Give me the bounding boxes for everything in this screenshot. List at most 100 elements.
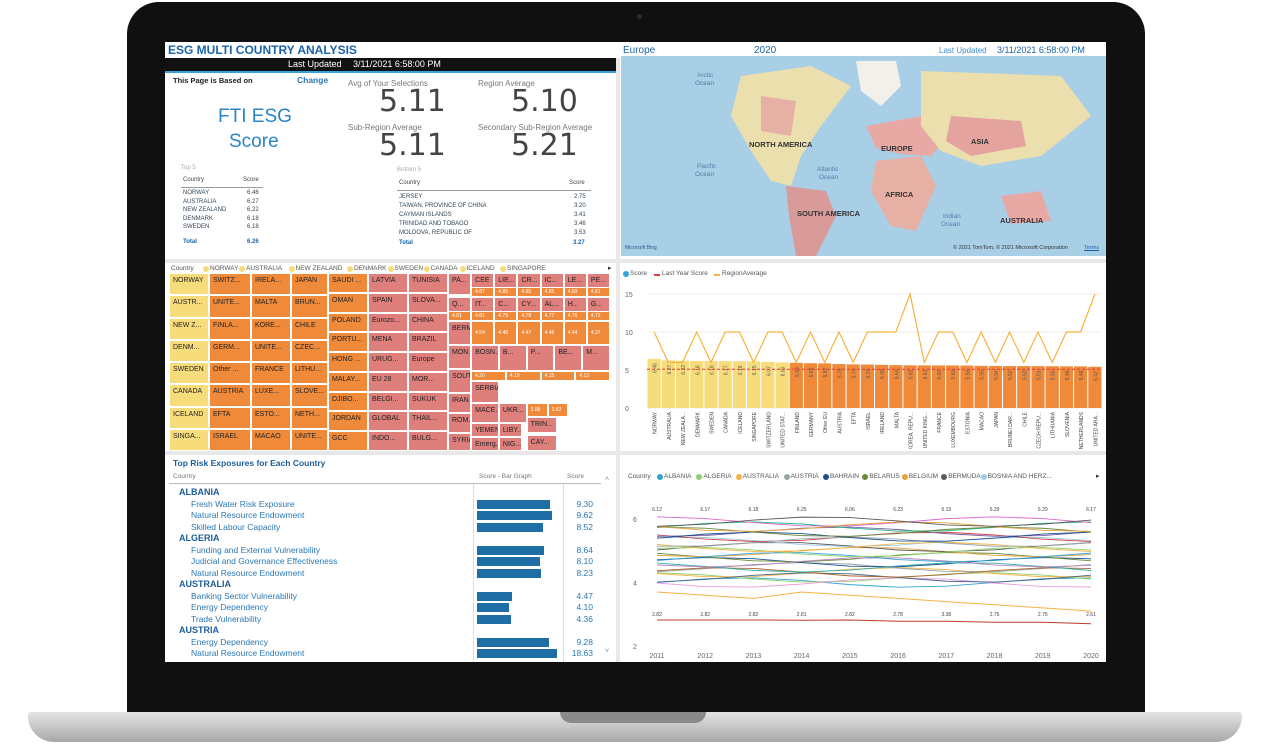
treemap-tile[interactable]: SAUDI ... — [328, 273, 368, 293]
treemap-tile[interactable]: THAIL... — [408, 411, 448, 432]
treemap-value[interactable]: 4.85 — [494, 287, 518, 297]
treemap-tile[interactable]: UKR... — [498, 403, 527, 423]
treemap-tile[interactable]: BRUN... — [291, 295, 328, 318]
treemap-tile[interactable]: CANADA — [169, 384, 209, 407]
treemap-tile[interactable]: CHINA — [408, 312, 448, 333]
treemap-value[interactable]: 4.15 — [540, 371, 576, 381]
treemap-tile[interactable]: SPAIN — [368, 292, 408, 313]
treemap-tile[interactable]: UNITE... — [209, 295, 251, 318]
treemap-tile[interactable]: JAPAN — [291, 273, 328, 296]
line-legend-item[interactable]: BAHRAIN — [830, 473, 859, 480]
treemap-tile[interactable]: NEW Z... — [169, 317, 209, 340]
treemap-tile[interactable]: SLOVA... — [408, 292, 448, 313]
treemap-tile[interactable]: ISRAEL — [209, 428, 251, 451]
treemap-tile[interactable]: TUNISIA — [408, 273, 448, 293]
treemap-tile[interactable]: CZEC... — [291, 339, 328, 362]
treemap-tile[interactable]: EFTA — [209, 406, 251, 429]
treemap-tile[interactable]: SUKUK — [408, 391, 448, 412]
treemap-legend-item[interactable]: AUSTRALIA — [246, 265, 282, 272]
line-legend-item[interactable]: BELARUS — [869, 473, 899, 480]
treemap-tile[interactable]: SLOVE... — [291, 384, 328, 407]
treemap-value[interactable]: 4.78 — [517, 311, 541, 321]
treemap-tile[interactable]: FRANCE — [251, 362, 291, 385]
treemap-value[interactable]: 3.82 — [547, 403, 569, 417]
treemap-tile[interactable]: BELGI... — [368, 391, 408, 412]
treemap-value[interactable]: 4.79 — [494, 311, 518, 321]
treemap-tile[interactable]: SERBIA — [471, 381, 499, 403]
scroll-up-icon[interactable]: ˄ — [605, 476, 609, 483]
treemap-value[interactable]: 4.44 — [563, 321, 587, 345]
treemap-tile[interactable]: DENM... — [169, 339, 209, 362]
line-legend-item[interactable]: BELGIUM — [909, 473, 938, 480]
treemap-value[interactable]: 4.46 — [540, 321, 564, 345]
treemap-tile[interactable]: ICELAND — [169, 406, 209, 429]
treemap-value[interactable]: 4.37 — [586, 321, 610, 345]
treemap-tile[interactable]: MACE... — [471, 403, 499, 423]
treemap-tile[interactable]: BOSN... — [471, 345, 499, 371]
treemap-value[interactable]: 4.81 — [586, 287, 610, 297]
treemap-tile[interactable]: BULG... — [408, 431, 448, 451]
treemap-tile[interactable]: PA... — [448, 273, 472, 295]
treemap-legend-item[interactable]: DENMARK — [354, 265, 387, 272]
treemap-tile[interactable]: GERM... — [209, 339, 251, 362]
treemap-tile[interactable]: SWEDEN — [169, 362, 209, 385]
treemap-value[interactable]: 4.13 — [575, 371, 610, 381]
trend-line-chart[interactable]: 6 4 2 2011 2012 2013 2014 2015 2016 2017 2018 2019 2… — [621, 486, 1106, 662]
treemap-value[interactable]: 4.77 — [540, 311, 564, 321]
risk-scrollbar[interactable]: ˄ ˅ — [605, 476, 613, 660]
treemap-tile[interactable]: NIG... — [498, 437, 523, 451]
treemap-tile[interactable]: Other ... — [209, 362, 251, 385]
treemap-tile[interactable]: NORWAY — [169, 273, 209, 296]
treemap-tile[interactable]: FINLA... — [209, 317, 251, 340]
treemap-tile[interactable]: ESTO... — [251, 406, 291, 429]
treemap-value[interactable]: 4.72 — [586, 311, 610, 321]
treemap-tile[interactable]: CAY... — [526, 435, 557, 451]
treemap-tile[interactable]: AUSTR... — [169, 295, 209, 318]
treemap-legend-item[interactable]: CANADA — [431, 265, 458, 272]
treemap-tile[interactable]: B... — [498, 345, 527, 371]
change-button[interactable]: Change — [297, 75, 328, 85]
treemap-value[interactable]: 4.48 — [494, 321, 518, 345]
treemap-value[interactable]: 4.81 — [471, 311, 495, 321]
treemap-tile[interactable]: P... — [526, 345, 555, 371]
treemap-tile[interactable]: KORE... — [251, 317, 291, 340]
treemap-tile[interactable]: SWITZ... — [209, 273, 251, 296]
treemap-tile[interactable]: MALTA — [251, 295, 291, 318]
treemap-value[interactable]: 4.54 — [471, 321, 495, 345]
treemap-tile[interactable]: NETH... — [291, 406, 328, 429]
line-legend-item[interactable]: AUSTRIA — [791, 473, 819, 480]
treemap-tile[interactable]: HONG ... — [328, 352, 368, 372]
world-map[interactable]: Arctic Ocean NORTH AMERICA EUROPE ASIA P… — [621, 56, 1106, 256]
treemap-tile[interactable]: GCC — [328, 431, 368, 451]
treemap-tile[interactable]: INDO... — [368, 431, 408, 451]
line-legend-item[interactable]: BOSNIA AND HERZ... — [988, 473, 1052, 480]
treemap-legend-item[interactable]: NORWAY — [210, 265, 238, 272]
treemap-tile[interactable]: AUSTRIA — [209, 384, 251, 407]
treemap-tile[interactable]: GLOBAL — [368, 411, 408, 432]
treemap-value[interactable]: 4.83 — [563, 287, 587, 297]
treemap-tile[interactable]: MACAO — [251, 428, 291, 451]
treemap-tile[interactable]: LITHU... — [291, 362, 328, 385]
treemap-tile[interactable]: CHILE — [291, 317, 328, 340]
score-bar-chart[interactable]: 1510506.46NORWAY6.27AUSTRALIA6.22NEW ZEA… — [621, 274, 1106, 449]
treemap-tile[interactable]: UNITE... — [251, 339, 291, 362]
treemap-tile[interactable]: IRAN... — [448, 393, 472, 413]
treemap-tile[interactable]: BRAZIL — [408, 332, 448, 353]
treemap-tile[interactable]: OMAN — [328, 292, 368, 313]
treemap-tile[interactable]: BERM... — [448, 321, 472, 345]
treemap-value[interactable]: 4.19 — [505, 371, 541, 381]
treemap-value[interactable]: 4.20 — [471, 371, 506, 381]
treemap-tile[interactable]: DJIBO... — [328, 391, 368, 412]
treemap-tile[interactable]: YEMEN — [471, 423, 499, 437]
treemap-value[interactable]: 4.76 — [563, 311, 587, 321]
treemap-tile[interactable]: Europe — [408, 352, 448, 372]
treemap-legend-item[interactable]: NEW ZEALAND — [296, 265, 343, 272]
treemap-tile[interactable]: M... — [582, 345, 610, 371]
region-selector[interactable]: Europe — [623, 45, 655, 56]
treemap-tile[interactable]: LUXE... — [251, 384, 291, 407]
treemap-legend-next[interactable]: ▸ — [608, 264, 612, 272]
line-legend-item[interactable]: AUSTRALIA — [743, 473, 779, 480]
treemap-tile[interactable]: MON... — [448, 345, 472, 369]
treemap-tile[interactable]: MOR... — [408, 371, 448, 392]
treemap-tile[interactable]: LATVIA — [368, 273, 408, 293]
